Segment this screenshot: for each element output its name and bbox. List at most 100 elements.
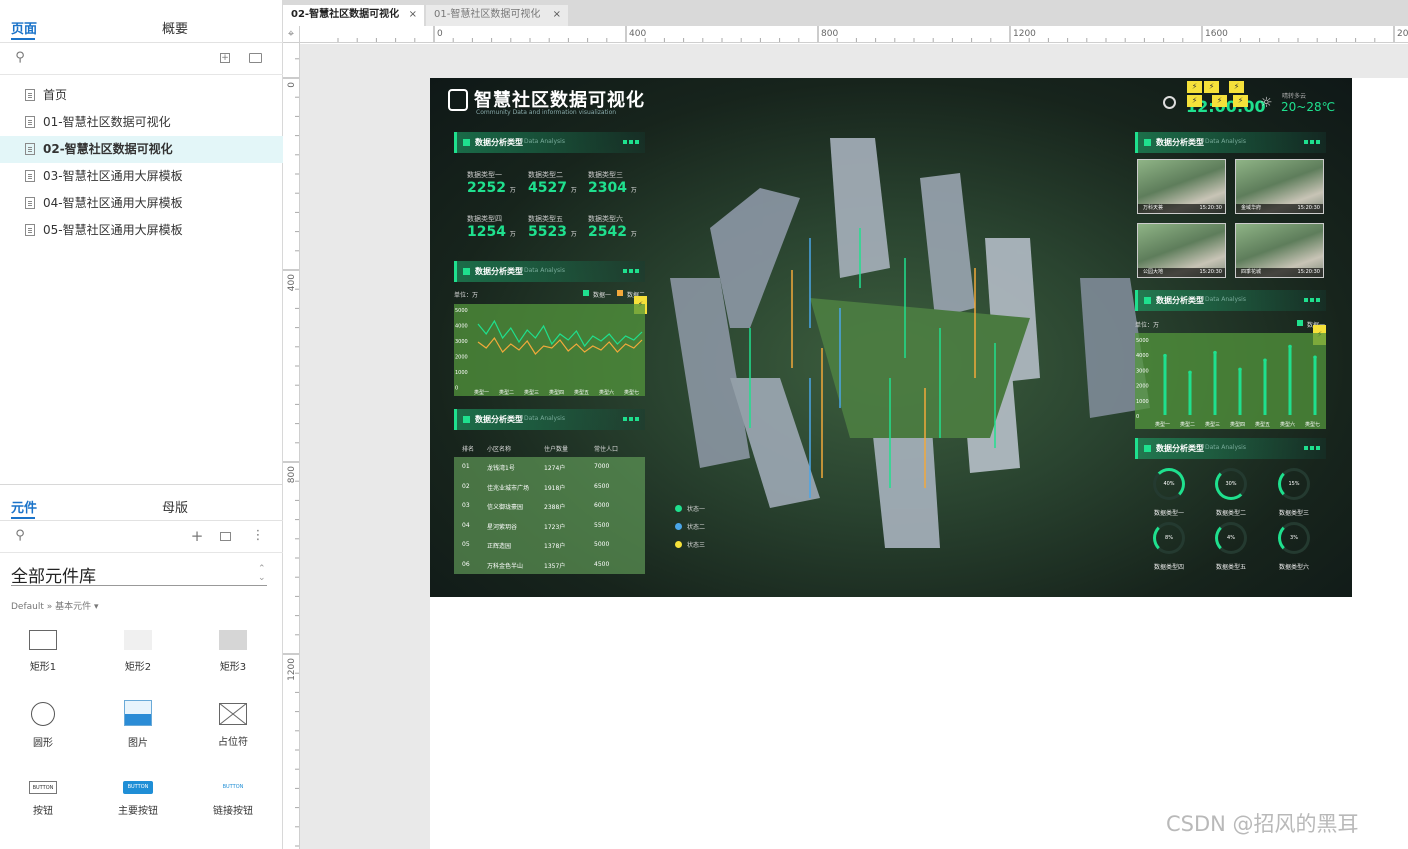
widget-primary-button[interactable]: BUTTON 主要按钮 bbox=[103, 781, 173, 817]
tab-pages[interactable]: 页面 bbox=[11, 18, 37, 37]
stat-item: 数据类型五 5523 万 bbox=[528, 215, 577, 240]
dashboard-mockup[interactable]: 智慧社区数据可视化 Community Data and information… bbox=[430, 78, 1352, 597]
doc-tab-02[interactable]: 02-智慧社区数据可视化 × bbox=[283, 5, 424, 26]
bar bbox=[1213, 352, 1217, 415]
section-header: 数据分析类型 Data Analysis bbox=[1135, 132, 1326, 153]
interaction-marker-icon[interactable]: ⚡ bbox=[1212, 95, 1227, 107]
table-cell: 6000 bbox=[594, 502, 610, 509]
active-tab-indicator bbox=[11, 38, 35, 40]
interaction-marker-icon[interactable]: ⚡ bbox=[1229, 81, 1244, 93]
search-icon[interactable]: ⚲ bbox=[13, 51, 27, 65]
library-copy-icon[interactable] bbox=[220, 532, 231, 541]
legend-swatch bbox=[583, 290, 589, 296]
table-cell: 1918户 bbox=[544, 484, 566, 492]
page-tree: 首页 01-智慧社区数据可视化 02-智慧社区数据可视化 03-智慧社区通用大屏… bbox=[0, 82, 283, 244]
widget-circle[interactable]: 圆形 bbox=[8, 702, 78, 749]
ruler-corner-crosshair-icon[interactable]: ⌖ bbox=[283, 26, 300, 43]
widget-rectangle-1[interactable]: 矩形1 bbox=[8, 630, 78, 673]
add-library-icon[interactable]: + bbox=[190, 529, 204, 544]
camera-photo[interactable]: 四季花城 15:20:30 bbox=[1235, 223, 1324, 278]
pages-panel-tabs: 页面 概要 bbox=[0, 0, 283, 43]
add-page-icon[interactable]: + bbox=[220, 53, 230, 63]
page-item-03[interactable]: 03-智慧社区通用大屏模板 bbox=[0, 163, 283, 190]
y-tick-label: 0 bbox=[455, 386, 458, 392]
widget-image[interactable]: 图片 bbox=[103, 700, 173, 749]
x-tick-label: 类型六 bbox=[1280, 421, 1295, 428]
series-line-data-2 bbox=[477, 336, 643, 355]
x-tick-label: 类型一 bbox=[474, 389, 489, 396]
ruler-label: 400 bbox=[287, 274, 297, 291]
image-icon bbox=[124, 700, 152, 726]
table-row[interactable]: 05 正辉造园 1378户 5000 bbox=[454, 535, 645, 554]
table-cell: 6500 bbox=[594, 482, 610, 490]
interaction-marker-icon[interactable]: ⚡ bbox=[1187, 95, 1202, 107]
vertical-ruler[interactable]: 0 400 800 1200 bbox=[283, 43, 300, 849]
ruler-label: 0 bbox=[437, 29, 443, 39]
y-tick-label: 4000 bbox=[455, 324, 468, 330]
document-tabs: 02-智慧社区数据可视化 × 01-智慧社区数据可视化 × bbox=[283, 0, 1408, 26]
page-item-home[interactable]: 首页 bbox=[0, 82, 283, 109]
stat-item: 数据类型二 4527 万 bbox=[528, 171, 577, 196]
progress-ring: 3% bbox=[1278, 522, 1310, 554]
more-options-icon[interactable]: ⋮ bbox=[251, 529, 265, 543]
page-item-02[interactable]: 02-智慧社区数据可视化 bbox=[0, 136, 283, 163]
tab-widgets[interactable]: 元件 bbox=[11, 497, 37, 516]
x-tick-label: 类型二 bbox=[1180, 421, 1195, 428]
doc-tab-01[interactable]: 01-智慧社区数据可视化 × bbox=[426, 5, 568, 26]
table-cell: 1357户 bbox=[544, 562, 566, 570]
ruler-label: 1200 bbox=[1013, 29, 1036, 39]
interaction-marker-icon[interactable]: ⚡ bbox=[1233, 95, 1248, 107]
horizontal-ruler[interactable]: 0 400 800 1200 1600 200 bbox=[300, 26, 1408, 43]
y-tick-label: 3000 bbox=[1136, 368, 1149, 374]
widget-rectangle-2[interactable]: 矩形2 bbox=[103, 630, 173, 673]
table-cell: 06 bbox=[462, 560, 470, 568]
table-row[interactable]: 06 万科金色半山 1357户 4500 bbox=[454, 555, 645, 574]
ring-label: 数据类型五 bbox=[1215, 564, 1246, 571]
page-item-04[interactable]: 04-智慧社区通用大屏模板 bbox=[0, 190, 283, 217]
camera-photo[interactable]: 万科天荟 15:20:30 bbox=[1137, 159, 1226, 214]
pages-toolbar: ⚲ + bbox=[0, 43, 283, 75]
camera-photo[interactable]: 金域华府 15:20:30 bbox=[1235, 159, 1324, 214]
search-icon[interactable]: ⚲ bbox=[13, 529, 27, 543]
page-item-01[interactable]: 01-智慧社区数据可视化 bbox=[0, 109, 283, 136]
bar-chart: 5000 4000 3000 2000 1000 0 类型一 类型二 类型三 类型四 类型五 类型六 类… bbox=[1136, 338, 1320, 428]
add-folder-icon[interactable] bbox=[249, 53, 262, 63]
y-tick-label: 5000 bbox=[455, 308, 468, 314]
camera-photo[interactable]: 公园大地 15:20:30 bbox=[1137, 223, 1226, 278]
widget-placeholder[interactable]: 占位符 bbox=[198, 703, 268, 748]
page-icon bbox=[25, 224, 35, 236]
bar-chart-unit: 单位：万 bbox=[1135, 322, 1160, 329]
progress-ring: 15% bbox=[1278, 468, 1310, 500]
rectangle-icon bbox=[219, 630, 247, 650]
page-item-05[interactable]: 05-智慧社区通用大屏模板 bbox=[0, 217, 283, 244]
table-cell: 龙钱湾1号 bbox=[487, 465, 515, 472]
widget-button[interactable]: BUTTON 按钮 bbox=[8, 781, 78, 817]
interaction-marker-icon[interactable]: ⚡ bbox=[1204, 81, 1219, 93]
interaction-marker-icon[interactable]: ⚡ bbox=[1187, 81, 1202, 93]
library-select[interactable]: 全部元件库 bbox=[11, 562, 96, 587]
ruler-label: 400 bbox=[629, 29, 646, 39]
clock-icon bbox=[1163, 96, 1176, 109]
community-logo-icon bbox=[448, 89, 468, 111]
library-select-arrows-icon[interactable]: ⌃ ⌄ bbox=[258, 565, 266, 583]
table-cell: 正辉造园 bbox=[487, 543, 512, 550]
table-row[interactable]: 04 星河紫玥谷 1723户 5500 bbox=[454, 516, 645, 535]
ruler-label: 1600 bbox=[1205, 29, 1228, 39]
tab-masters[interactable]: 母版 bbox=[162, 497, 188, 516]
close-icon[interactable]: × bbox=[553, 5, 561, 25]
x-tick-label: 类型五 bbox=[1255, 421, 1270, 428]
tab-outline[interactable]: 概要 bbox=[162, 18, 188, 37]
library-breadcrumb[interactable]: Default » 基本元件 ▾ bbox=[11, 599, 99, 612]
status-label: 状态一 bbox=[687, 506, 706, 513]
ruler-label: 0 bbox=[287, 82, 297, 88]
table-row[interactable]: 02 佳兆业城市广场 1918户 6500 bbox=[454, 477, 645, 496]
widget-link-button[interactable]: BUTTON 链接按钮 bbox=[198, 781, 268, 817]
table-row[interactable]: 03 信义御珑豪园 2388户 6000 bbox=[454, 496, 645, 515]
table-cell: 05 bbox=[462, 541, 470, 548]
close-icon[interactable]: × bbox=[409, 5, 417, 25]
watermark: CSDN @招风的黑耳 bbox=[1166, 812, 1359, 836]
y-tick-label: 5000 bbox=[1136, 338, 1149, 344]
widget-rectangle-3[interactable]: 矩形3 bbox=[198, 630, 268, 673]
table-row[interactable]: 01 龙钱湾1号 1274户 7000 bbox=[454, 457, 645, 476]
table-cell: 01 bbox=[462, 463, 470, 470]
